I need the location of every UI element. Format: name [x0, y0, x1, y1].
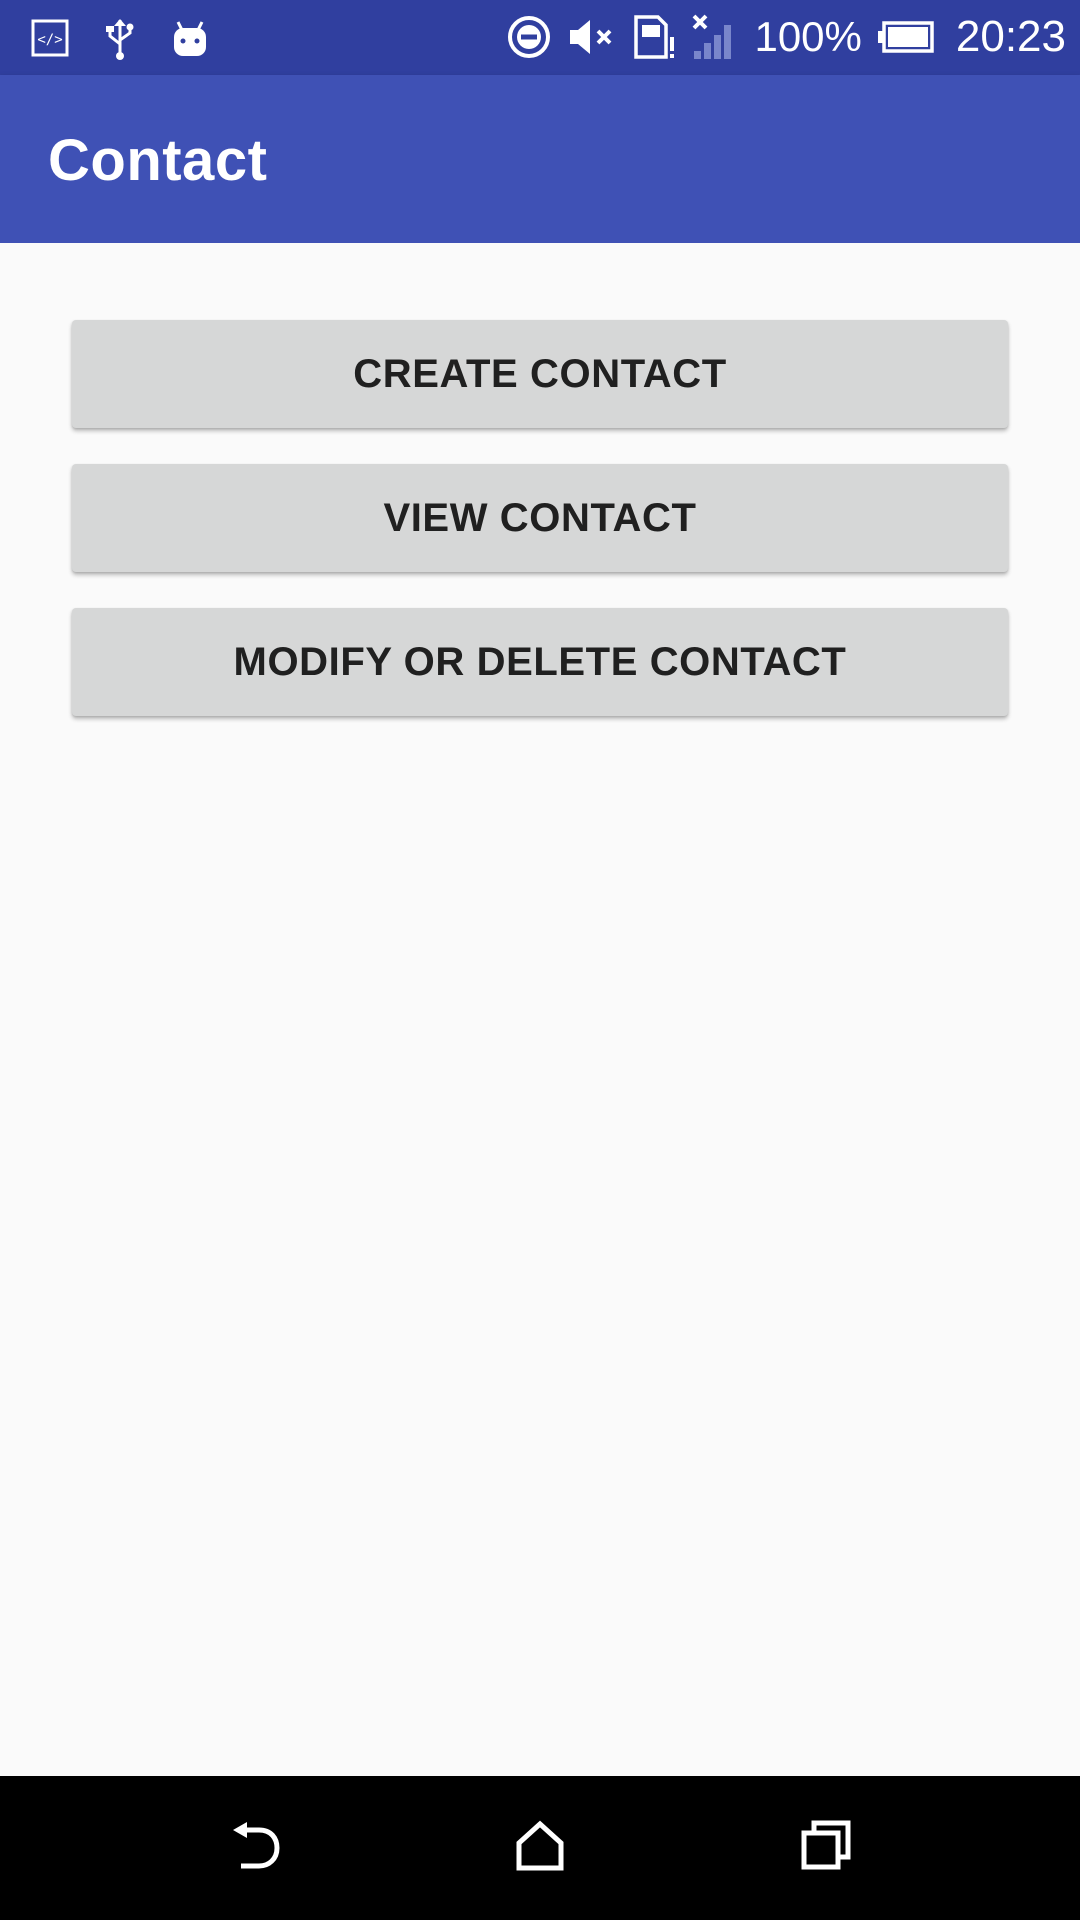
recents-button[interactable] [777, 1798, 877, 1898]
battery-percent: 100% [754, 13, 862, 60]
create-contact-button[interactable]: CREATE CONTACT [72, 320, 1008, 428]
do-not-disturb-icon [506, 14, 552, 60]
volume-muted-icon [566, 15, 618, 59]
developer-code-icon: </> [30, 18, 70, 58]
status-left-icons: </> [30, 14, 210, 62]
home-button[interactable] [490, 1798, 590, 1898]
back-button[interactable] [203, 1798, 303, 1898]
app-bar: Contact [0, 75, 1080, 243]
android-debug-icon [170, 16, 210, 60]
modify-delete-contact-button[interactable]: MODIFY OR DELETE CONTACT [72, 608, 1008, 716]
status-right-icons: 100% 20:23 [506, 12, 1066, 62]
back-icon [223, 1818, 283, 1879]
view-contact-button[interactable]: VIEW CONTACT [72, 464, 1008, 572]
sim-alert-icon [632, 13, 676, 61]
battery-icon [876, 20, 936, 54]
svg-text:</>: </> [37, 32, 62, 48]
recents-icon [800, 1819, 854, 1878]
page-title: Contact [48, 128, 268, 193]
home-icon [514, 1820, 566, 1877]
usb-icon [100, 16, 140, 60]
main-content: CREATE CONTACT VIEW CONTACT MODIFY OR DE… [0, 243, 1080, 1776]
no-signal-icon [690, 13, 740, 61]
status-bar: </> 100% 20:23 [0, 0, 1080, 75]
clock: 20:23 [955, 12, 1066, 61]
navigation-bar [0, 1776, 1080, 1920]
